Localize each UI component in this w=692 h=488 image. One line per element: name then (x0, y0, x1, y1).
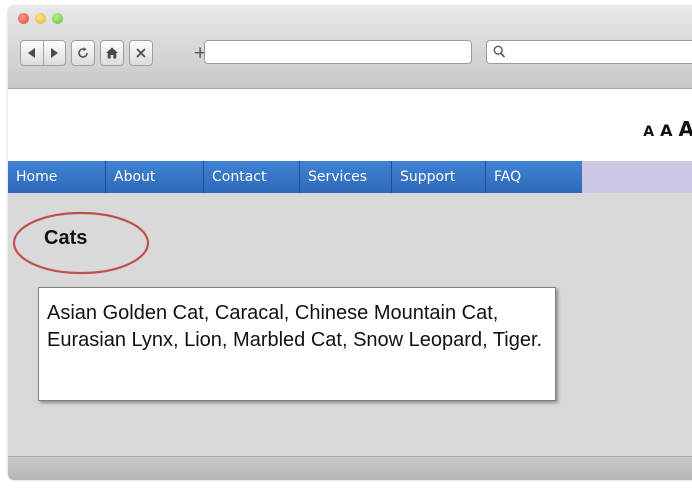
browser-toolbar: + (8, 6, 692, 89)
nav-item-about[interactable]: About (106, 161, 204, 193)
back-forward-group (20, 40, 66, 66)
forward-button[interactable] (42, 41, 66, 65)
back-button[interactable] (21, 41, 43, 65)
forward-arrow-icon (50, 48, 58, 58)
nav-item-contact[interactable]: Contact (204, 161, 300, 193)
reload-icon (78, 47, 88, 58)
minimize-window-button[interactable] (35, 13, 46, 24)
nav-item-services[interactable]: Services (300, 161, 392, 193)
nav-item-faq[interactable]: FAQ (486, 161, 582, 193)
font-size-small-button[interactable]: A (643, 124, 654, 140)
font-size-large-button[interactable]: A (679, 117, 692, 141)
search-field[interactable] (486, 40, 692, 64)
search-icon (493, 45, 506, 58)
page-header: A A A (8, 89, 692, 161)
close-window-button[interactable] (18, 13, 29, 24)
status-bar (8, 456, 692, 480)
address-bar[interactable] (204, 40, 472, 64)
font-size-medium-button[interactable]: A (660, 121, 672, 140)
zoom-window-button[interactable] (52, 13, 63, 24)
nav-bar: Home About Contact Services Support FAQ (8, 161, 582, 193)
close-icon (136, 48, 146, 58)
home-button[interactable] (100, 40, 124, 66)
reload-button[interactable] (71, 40, 95, 66)
font-size-controls: A A A (643, 117, 692, 141)
main-navigation: Home About Contact Services Support FAQ (8, 161, 692, 193)
nav-item-home[interactable]: Home (8, 161, 106, 193)
browser-window: + A A A Home About Contact Services Supp… (8, 6, 692, 480)
nav-item-support[interactable]: Support (392, 161, 486, 193)
page-heading: Cats (44, 227, 88, 249)
content-text-box: Asian Golden Cat, Caracal, Chinese Mount… (38, 287, 556, 401)
back-arrow-icon (28, 48, 36, 58)
main-content: Cats Asian Golden Cat, Caracal, Chinese … (8, 193, 692, 455)
stop-button[interactable] (129, 40, 153, 66)
home-icon (106, 47, 118, 59)
